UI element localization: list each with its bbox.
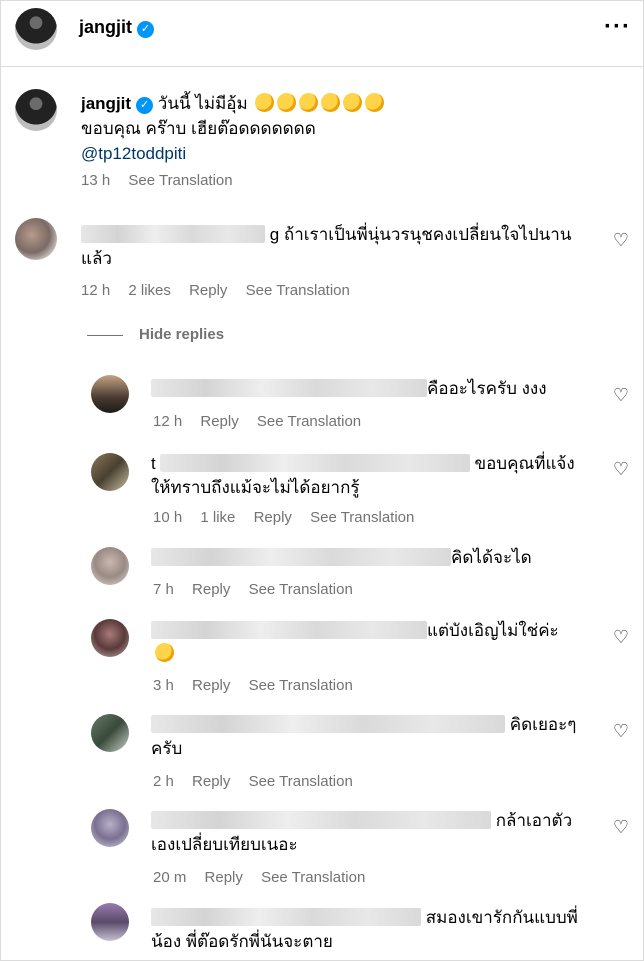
hide-replies-button[interactable]: Hide replies bbox=[139, 326, 224, 343]
see-translation-button[interactable]: See Translation bbox=[249, 773, 353, 790]
comment-meta: 12 h 2 likes Reply See Translation bbox=[81, 282, 364, 299]
reply-avatar[interactable] bbox=[91, 809, 129, 847]
commenter-avatar[interactable] bbox=[15, 218, 57, 260]
reply-text: กล้าเอาตัว bbox=[495, 811, 573, 830]
caption-line-2: ขอบคุณ คร๊าบ เฮียต๊อดดดดดดด bbox=[81, 119, 316, 138]
caption-meta: 13 h See Translation bbox=[81, 172, 247, 189]
reply-1: คืออะไรครับ งงง bbox=[151, 377, 601, 401]
username-link[interactable]: jangjit ✓ bbox=[79, 17, 154, 38]
see-translation-button[interactable]: See Translation bbox=[246, 282, 350, 299]
like-heart-icon[interactable]: ♡ bbox=[613, 627, 629, 648]
reply-meta: 2 h Reply See Translation bbox=[153, 773, 367, 790]
reply-avatar[interactable] bbox=[91, 375, 129, 413]
reply-time: 20 m bbox=[153, 869, 187, 886]
caption-avatar[interactable] bbox=[15, 89, 57, 131]
likes-count[interactable]: 2 likes bbox=[128, 282, 171, 299]
reply-text-cont: เองเปลี่ยบเทียบเนอะ bbox=[151, 835, 298, 854]
reply-4: แต่บังเอิญไม่ใช่ค่ะ bbox=[151, 619, 601, 669]
reply-7: สมองเขารักกันแบบพี่ น้อง พี่ต๊อดรักพี่นั… bbox=[151, 906, 621, 954]
reply-button[interactable]: Reply bbox=[200, 413, 238, 430]
caption-line-1: วันนี้ ไม่มีอุ้ม bbox=[157, 94, 248, 113]
caption: jangjit ✓ วันนี้ ไม่มีอุ้ม ขอบคุณ คร๊าบ เ… bbox=[81, 91, 621, 166]
like-heart-icon[interactable]: ♡ bbox=[613, 817, 629, 838]
blurred-username bbox=[151, 379, 427, 397]
reply-time: 10 h bbox=[153, 509, 183, 526]
blurred-username bbox=[151, 548, 451, 566]
reply-meta: 12 h Reply See Translation bbox=[153, 413, 375, 430]
see-translation-button[interactable]: See Translation bbox=[310, 509, 414, 526]
smile-emoji-icon bbox=[155, 643, 174, 662]
reply-time: 7 h bbox=[153, 581, 174, 598]
reply-time: 12 h bbox=[153, 413, 183, 430]
top-comment: g ถ้าเราเป็นพี่นุ่นวรนุชคงเปลี่ยนใจไปนาน… bbox=[81, 223, 591, 271]
reply-button[interactable]: Reply bbox=[192, 773, 230, 790]
blurred-username bbox=[151, 908, 421, 926]
reply-button[interactable]: Reply bbox=[192, 581, 230, 598]
comment-text: g ถ้าเราเป็นพี่นุ่นวรนุชคงเปลี่ยนใจไปนาน bbox=[269, 225, 572, 244]
see-translation-button[interactable]: See Translation bbox=[249, 677, 353, 694]
verified-badge-icon: ✓ bbox=[136, 97, 154, 114]
reply-avatar[interactable] bbox=[91, 619, 129, 657]
see-translation-button[interactable]: See Translation bbox=[261, 869, 365, 886]
like-heart-icon[interactable]: ♡ bbox=[613, 230, 629, 251]
reply-avatar[interactable] bbox=[91, 903, 129, 941]
blurred-username bbox=[151, 621, 427, 639]
post-header: jangjit ✓ ··· bbox=[1, 1, 643, 67]
reply-time: 3 h bbox=[153, 677, 174, 694]
rofl-emoji-icon bbox=[252, 93, 385, 113]
reply-6: กล้าเอาตัว เองเปลี่ยบเทียบเนอะ bbox=[151, 809, 601, 857]
reply-text: แต่บังเอิญไม่ใช่ค่ะ bbox=[427, 621, 559, 640]
see-translation-button[interactable]: See Translation bbox=[249, 581, 353, 598]
reply-avatar[interactable] bbox=[91, 547, 129, 585]
reply-button[interactable]: Reply bbox=[254, 509, 292, 526]
like-heart-icon[interactable]: ♡ bbox=[613, 721, 629, 742]
reply-text: สมองเขารักกันแบบพี่ bbox=[425, 908, 578, 927]
blurred-username bbox=[81, 225, 265, 243]
reply-text: คิดเยอะๆ bbox=[509, 715, 577, 734]
blurred-username bbox=[151, 715, 505, 733]
reply-avatar[interactable] bbox=[91, 453, 129, 491]
reply-text-cont: ครับ bbox=[151, 739, 183, 758]
comment-text-cont: แล้ว bbox=[81, 249, 112, 268]
comment-time: 12 h bbox=[81, 282, 111, 299]
reply-2: t ขอบคุณที่แจ้ง ให้ทราบถึงแม้จะไม่ได้อยา… bbox=[151, 452, 601, 500]
more-options-icon[interactable]: ··· bbox=[604, 13, 631, 41]
see-translation-button[interactable]: See Translation bbox=[128, 172, 232, 189]
reply-text-cont: น้อง พี่ต๊อดรักพี่นันจะตาย bbox=[151, 932, 333, 951]
mention-link[interactable]: @tp12toddpiti bbox=[81, 141, 621, 166]
like-heart-icon[interactable]: ♡ bbox=[613, 385, 629, 406]
reply-meta: 10 h 1 like Reply See Translation bbox=[153, 509, 428, 526]
reply-text: คืออะไรครับ งงง bbox=[427, 379, 547, 398]
reply-meta: 7 h Reply See Translation bbox=[153, 581, 367, 598]
reply-text-cont: ให้ทราบถึงแม้จะไม่ได้อยากรู้ bbox=[151, 478, 360, 497]
reply-text: ขอบคุณที่แจ้ง bbox=[474, 454, 575, 473]
caption-username[interactable]: jangjit bbox=[81, 94, 131, 113]
username-text[interactable]: jangjit bbox=[79, 17, 132, 37]
like-heart-icon[interactable]: ♡ bbox=[613, 459, 629, 480]
reply-button[interactable]: Reply bbox=[192, 677, 230, 694]
avatar[interactable] bbox=[15, 8, 57, 50]
verified-badge-icon: ✓ bbox=[137, 21, 154, 38]
blurred-username bbox=[151, 811, 491, 829]
replies-divider bbox=[87, 335, 123, 336]
reply-meta: 20 m Reply See Translation bbox=[153, 869, 379, 886]
blurred-username bbox=[159, 454, 470, 472]
reply-username-prefix: t bbox=[151, 454, 156, 473]
caption-time: 13 h bbox=[81, 172, 111, 189]
reply-button[interactable]: Reply bbox=[205, 869, 243, 886]
reply-meta: 3 h Reply See Translation bbox=[153, 677, 367, 694]
see-translation-button[interactable]: See Translation bbox=[257, 413, 361, 430]
likes-count[interactable]: 1 like bbox=[200, 509, 235, 526]
reply-button[interactable]: Reply bbox=[189, 282, 227, 299]
reply-avatar[interactable] bbox=[91, 714, 129, 752]
reply-time: 2 h bbox=[153, 773, 174, 790]
reply-3: คิดได้จะได bbox=[151, 546, 601, 570]
reply-5: คิดเยอะๆ ครับ bbox=[151, 713, 601, 761]
reply-text: คิดได้จะได bbox=[451, 548, 532, 567]
post-comments-panel: jangjit ✓ ··· jangjit ✓ วันนี้ ไม่มีอุ้ม ข… bbox=[0, 0, 644, 961]
